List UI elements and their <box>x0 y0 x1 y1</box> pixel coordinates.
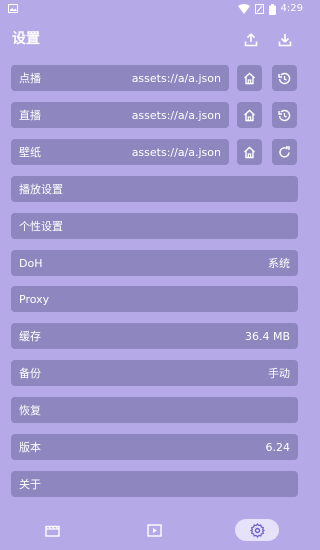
restore-row[interactable]: 恢复 <box>11 397 298 423</box>
settings-icon <box>249 522 265 538</box>
about-row[interactable]: 关于 <box>11 471 298 497</box>
wallpaper-row[interactable]: 壁纸 assets://a/a.json <box>11 139 229 165</box>
backup-row[interactable]: 备份 手动 <box>11 360 298 386</box>
proxy-row[interactable]: Proxy <box>11 286 298 312</box>
live-home-button[interactable] <box>237 102 262 128</box>
row-label: 缓存 <box>19 330 41 343</box>
vod-source-row[interactable]: 点播 assets://a/a.json <box>11 65 229 91</box>
upload-icon <box>244 33 258 47</box>
row-label: 备份 <box>19 367 41 380</box>
row-label: 恢复 <box>19 404 41 417</box>
wallpaper-home-button[interactable] <box>237 139 262 165</box>
vod-home-button[interactable] <box>237 65 262 91</box>
signal-icon <box>254 4 264 14</box>
wifi-icon <box>237 4 250 14</box>
download-icon <box>278 34 292 47</box>
live-history-button[interactable] <box>272 102 297 128</box>
nav-settings[interactable] <box>235 519 279 541</box>
row-value: assets://a/a.json <box>131 71 221 85</box>
refresh-icon <box>279 145 290 158</box>
row-label: 点播 <box>19 72 41 85</box>
nav-live[interactable] <box>132 519 176 541</box>
cache-row[interactable]: 缓存 36.4 MB <box>11 323 298 349</box>
status-bar: 4:29 <box>0 0 309 18</box>
bottom-navigation <box>0 515 309 547</box>
film-icon <box>44 525 60 537</box>
nav-vod[interactable] <box>30 519 74 541</box>
version-row[interactable]: 版本 6.24 <box>11 434 298 460</box>
upload-button[interactable] <box>241 30 261 50</box>
row-label: Proxy <box>19 292 50 306</box>
row-label: 关于 <box>19 478 41 491</box>
row-value: assets://a/a.json <box>131 108 221 122</box>
playback-settings-row[interactable]: 播放设置 <box>11 176 298 202</box>
history-icon <box>278 72 291 84</box>
home-icon <box>244 72 255 84</box>
battery-icon <box>268 3 276 15</box>
row-value: 手动 <box>268 367 290 380</box>
history-icon <box>278 109 291 121</box>
row-label: 播放设置 <box>19 183 63 196</box>
wallpaper-refresh-button[interactable] <box>272 139 297 165</box>
download-button[interactable] <box>275 30 295 50</box>
row-value: 系统 <box>268 257 290 270</box>
row-label: DoH <box>19 256 43 270</box>
row-value: 6.24 <box>265 440 291 454</box>
page-title: 设置 <box>12 31 40 47</box>
row-label: 个性设置 <box>19 220 63 233</box>
row-label: 壁纸 <box>19 146 41 159</box>
doh-row[interactable]: DoH 系统 <box>11 250 298 276</box>
row-label: 直播 <box>19 109 41 122</box>
image-notification-icon <box>8 4 18 13</box>
play-icon <box>146 523 162 537</box>
app-header: 设置 <box>0 24 309 56</box>
vod-history-button[interactable] <box>272 65 297 91</box>
status-time: 4:29 <box>280 3 303 14</box>
home-icon <box>244 146 255 158</box>
home-icon <box>244 109 255 121</box>
row-value: assets://a/a.json <box>131 145 221 159</box>
live-source-row[interactable]: 直播 assets://a/a.json <box>11 102 229 128</box>
row-label: 版本 <box>19 441 41 454</box>
row-value: 36.4 MB <box>244 329 290 343</box>
personal-settings-row[interactable]: 个性设置 <box>11 213 298 239</box>
